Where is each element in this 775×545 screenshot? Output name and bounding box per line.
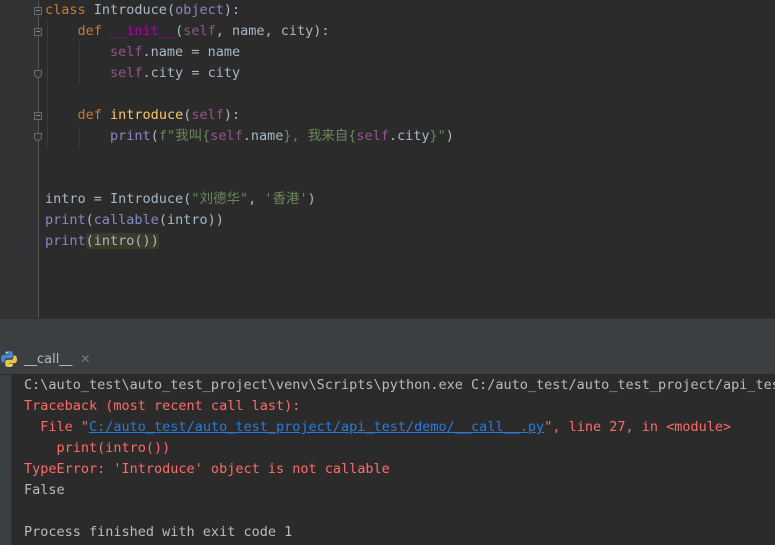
fold-marker-icon[interactable] <box>34 7 42 15</box>
traceback-file-line: File "C:/auto_test/auto_test_project/api… <box>24 417 731 438</box>
python-icon <box>1 351 17 367</box>
assignment: intro = Introduce( <box>45 191 192 207</box>
run-tab[interactable]: __call__ ✕ <box>0 344 100 374</box>
self-ref: self <box>210 128 243 144</box>
code-editor[interactable]: class Introduce(object): def __init__(se… <box>0 0 775 318</box>
self-param: self <box>183 23 216 39</box>
code-line-print-fstring[interactable]: print(f"我叫{self.name}, 我来自{self.city}") <box>45 126 454 147</box>
fold-end-icon[interactable] <box>34 133 42 141</box>
self-ref: self <box>356 128 389 144</box>
error-message: TypeError: 'Introduce' object is not cal… <box>24 461 390 477</box>
code-line-print-callable[interactable]: print(callable(intro)) <box>45 210 224 231</box>
attr: .name <box>242 128 284 144</box>
code-line-init[interactable]: def __init__(self, name, city): <box>45 21 330 42</box>
paren: ( <box>166 2 176 18</box>
paren: ( <box>85 212 94 228</box>
code-line-def-introduce[interactable]: def introduce(self): <box>45 105 241 126</box>
magic-method-name: __init__ <box>110 23 176 39</box>
close-icon[interactable]: ✕ <box>80 352 90 366</box>
run-console[interactable]: C:\auto_test\auto_test_project\venv\Scri… <box>0 375 775 545</box>
code-line-assign-city[interactable]: self.city = city <box>45 63 240 84</box>
assignment: .name = name <box>142 44 241 60</box>
args: (intro)) <box>158 212 224 228</box>
traceback-header: Traceback (most recent call last): <box>24 398 301 414</box>
file-suffix: ", line 27, in <module> <box>544 419 732 435</box>
output-line: False <box>24 482 65 498</box>
console-command-line: C:\auto_test\auto_test_project\venv\Scri… <box>24 377 775 393</box>
comma: , <box>248 191 265 207</box>
code-line-assign-name[interactable]: self.name = name <box>45 42 240 63</box>
keyword: class <box>45 2 86 18</box>
file-prefix: File " <box>24 419 90 435</box>
params: , name, city): <box>215 23 330 39</box>
fstring-part: f"我叫{ <box>158 128 211 144</box>
builtin-print: print <box>45 212 86 228</box>
file-link[interactable]: C:/auto_test/auto_test_project/api_test/… <box>89 419 544 435</box>
builtin-print: print <box>45 233 86 249</box>
run-tab-bar: __call__ ✕ <box>0 344 775 375</box>
self-ref: self <box>110 44 143 60</box>
editor-gutter <box>0 0 39 318</box>
builtin-print: print <box>110 128 151 144</box>
traceback-code-line: print(intro()) <box>24 440 171 456</box>
code-line-instantiate[interactable]: intro = Introduce("刘德华", '香港') <box>45 189 316 210</box>
string-literal: '香港' <box>264 191 308 207</box>
keyword: def <box>77 107 102 123</box>
process-finished-line: Process finished with exit code 1 <box>24 524 293 540</box>
fold-marker-icon[interactable] <box>34 28 42 36</box>
paren: ): <box>223 107 241 123</box>
keyword: def <box>77 23 102 39</box>
paren: ( <box>175 23 184 39</box>
class-name: Introduce <box>93 2 167 18</box>
paren: ) <box>445 128 454 144</box>
run-tab-label: __call__ <box>24 351 73 367</box>
code-line-class[interactable]: class Introduce(object): <box>45 0 240 21</box>
panel-splitter[interactable] <box>0 318 775 345</box>
string-literal: "刘德华" <box>191 191 249 207</box>
console-toolbar-strip <box>0 375 12 545</box>
builtin-callable: callable <box>93 212 159 228</box>
fstring-part: }" <box>429 128 446 144</box>
paren: ( <box>85 233 94 249</box>
assignment: .city = city <box>142 65 241 81</box>
self-ref: self <box>110 65 143 81</box>
fold-marker-icon[interactable] <box>34 112 42 120</box>
paren: ): <box>223 2 241 18</box>
fold-end-icon[interactable] <box>34 70 42 78</box>
paren: ( <box>150 128 159 144</box>
attr: .city <box>388 128 430 144</box>
code-line-print-call[interactable]: print(intro()) <box>45 231 159 252</box>
highlighted-call: intro() <box>93 233 151 249</box>
fstring-part: }, 我来自{ <box>283 128 357 144</box>
self-param: self <box>191 107 224 123</box>
base-class: object <box>175 2 224 18</box>
paren: ) <box>150 233 159 249</box>
paren: ) <box>307 191 316 207</box>
function-name: introduce <box>110 107 184 123</box>
